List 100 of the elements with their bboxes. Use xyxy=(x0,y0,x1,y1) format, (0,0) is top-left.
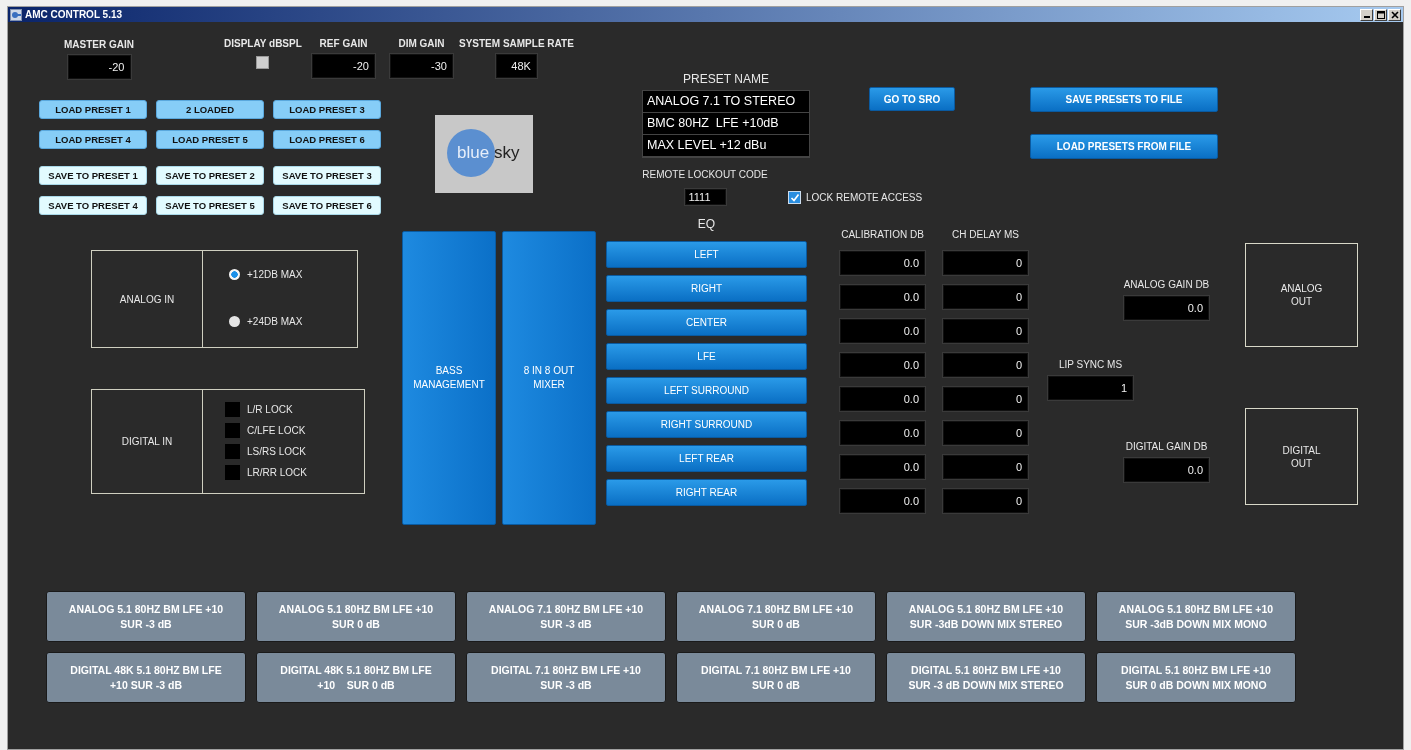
lock-label: C/LFE LOCK xyxy=(247,425,306,436)
numeric-field[interactable]: -20 xyxy=(311,53,376,79)
field-label: REF GAIN xyxy=(319,38,368,49)
numeric-field[interactable]: 0.0 xyxy=(1123,295,1210,321)
quick-preset-button[interactable]: DIGITAL 48K 5.1 80HZ BM LFE +10 SUR -3 dB xyxy=(46,652,246,703)
checkbox[interactable] xyxy=(256,56,270,69)
file-button[interactable]: LOAD PRESETS FROM FILE xyxy=(1030,134,1218,159)
close-button[interactable] xyxy=(1388,8,1401,21)
lock-label: L/R LOCK xyxy=(247,404,293,415)
preset-name-line: BMC 80HZ LFE +10dB xyxy=(643,113,809,135)
calibration-field[interactable]: 0.0 xyxy=(839,250,926,276)
load-preset-button[interactable]: LOAD PRESET 4 xyxy=(39,130,147,149)
field-label: MASTER GAIN xyxy=(64,39,134,50)
numeric-field[interactable]: 48K xyxy=(494,53,538,79)
save-preset-button[interactable]: SAVE TO PRESET 6 xyxy=(273,196,381,215)
lockout-code-label: REMOTE LOCKOUT CODE xyxy=(642,169,768,180)
panel-label: DIGITAL IN xyxy=(121,436,173,447)
numeric-field[interactable]: -20 xyxy=(66,54,132,80)
numeric-field[interactable]: -30 xyxy=(389,53,454,79)
lockout-code-field[interactable]: 1111 xyxy=(683,188,727,206)
quick-preset-button[interactable]: DIGITAL 5.1 80HZ BM LFE +10 SUR -3 dB DOWN MIX STEREO xyxy=(886,652,1086,703)
digital-out-button[interactable]: DIGITAL OUT xyxy=(1245,408,1358,505)
quick-preset-button[interactable]: DIGITAL 7.1 80HZ BM LFE +10 SUR -3 dB xyxy=(466,652,666,703)
preset-name-line: MAX LEVEL +12 dBu xyxy=(643,135,809,157)
quick-preset-button[interactable]: DIGITAL 5.1 80HZ BM LFE +10 SUR 0 dB DOWN MIX MONO xyxy=(1096,652,1296,703)
tall-button[interactable]: BASS MANAGEMENT xyxy=(402,231,496,525)
lock-label: LS/RS LOCK xyxy=(247,446,306,457)
field-label: LIP SYNC MS xyxy=(1058,359,1123,370)
eq-channel-button[interactable]: RIGHT SURROUND xyxy=(606,411,807,438)
save-preset-button[interactable]: SAVE TO PRESET 4 xyxy=(39,196,147,215)
column-label: CALIBRATION DB xyxy=(841,229,924,240)
quick-preset-button[interactable]: ANALOG 5.1 80HZ BM LFE +10 SUR -3 dB xyxy=(46,591,246,642)
save-preset-button[interactable]: SAVE TO PRESET 1 xyxy=(39,166,147,185)
save-preset-button[interactable]: SAVE TO PRESET 2 xyxy=(156,166,264,185)
file-button[interactable]: SAVE PRESETS TO FILE xyxy=(1030,87,1218,112)
quick-preset-button[interactable]: ANALOG 5.1 80HZ BM LFE +10 SUR -3dB DOWN MIX MONO xyxy=(1096,591,1296,642)
quick-preset-button[interactable]: ANALOG 7.1 80HZ BM LFE +10 SUR -3 dB xyxy=(466,591,666,642)
numeric-field[interactable]: 0.0 xyxy=(1123,457,1210,483)
column-label: CH DELAY MS xyxy=(952,229,1019,240)
delay-field[interactable]: 0 xyxy=(942,488,1029,514)
eq-channel-button[interactable]: LFE xyxy=(606,343,807,370)
field-label: ANALOG GAIN DB xyxy=(1123,279,1210,290)
quick-preset-button[interactable]: ANALOG 5.1 80HZ BM LFE +10 SUR -3dB DOWN MIX STEREO xyxy=(886,591,1086,642)
eq-channel-button[interactable]: LEFT xyxy=(606,241,807,268)
radio-label: +24DB MAX xyxy=(247,316,303,327)
delay-field[interactable]: 0 xyxy=(942,352,1029,378)
go-to-sro-button[interactable]: GO TO SRO xyxy=(869,87,955,111)
panel-label: ANALOG IN xyxy=(119,293,175,305)
load-preset-button[interactable]: 2 LOADED xyxy=(156,100,264,119)
checkbox-label: DISPLAY dBSPL xyxy=(224,38,302,49)
app-icon xyxy=(10,8,22,21)
delay-field[interactable]: 0 xyxy=(942,420,1029,446)
maximize-button[interactable] xyxy=(1374,8,1387,21)
calibration-field[interactable]: 0.0 xyxy=(839,488,926,514)
radio-button[interactable] xyxy=(229,316,240,327)
eq-channel-button[interactable]: LEFT REAR xyxy=(606,445,807,472)
delay-field[interactable]: 0 xyxy=(942,386,1029,412)
analog-out-button[interactable]: ANALOG OUT xyxy=(1245,243,1358,347)
lock-label: LR/RR LOCK xyxy=(247,467,307,478)
calibration-field[interactable]: 0.0 xyxy=(839,284,926,310)
delay-field[interactable]: 0 xyxy=(942,284,1029,310)
quick-preset-button[interactable]: DIGITAL 7.1 80HZ BM LFE +10 SUR 0 dB xyxy=(676,652,876,703)
delay-field[interactable]: 0 xyxy=(942,250,1029,276)
field-label: DIM GAIN xyxy=(398,38,445,49)
calibration-field[interactable]: 0.0 xyxy=(839,386,926,412)
calibration-field[interactable]: 0.0 xyxy=(839,420,926,446)
load-preset-button[interactable]: LOAD PRESET 6 xyxy=(273,130,381,149)
quick-preset-button[interactable]: ANALOG 7.1 80HZ BM LFE +10 SUR 0 dB xyxy=(676,591,876,642)
minimize-button[interactable] xyxy=(1360,8,1373,21)
radio-button[interactable] xyxy=(229,269,240,280)
tall-button[interactable]: 8 IN 8 OUT MIXER xyxy=(502,231,596,525)
delay-field[interactable]: 0 xyxy=(942,454,1029,480)
preset-name-line: ANALOG 7.1 TO STEREO xyxy=(643,91,809,113)
save-preset-button[interactable]: SAVE TO PRESET 5 xyxy=(156,196,264,215)
calibration-field[interactable]: 0.0 xyxy=(839,318,926,344)
eq-label: EQ xyxy=(697,217,716,231)
radio-label: +12DB MAX xyxy=(247,269,303,280)
minimize-icon xyxy=(1363,16,1370,18)
eq-channel-button[interactable]: RIGHT REAR xyxy=(606,479,807,506)
maximize-icon xyxy=(1376,10,1385,19)
eq-channel-button[interactable]: LEFT SURROUND xyxy=(606,377,807,404)
numeric-field[interactable]: 1 xyxy=(1047,375,1134,401)
quick-preset-button[interactable]: ANALOG 5.1 80HZ BM LFE +10 SUR 0 dB xyxy=(256,591,456,642)
quick-preset-button[interactable]: DIGITAL 48K 5.1 80HZ BM LFE +10 SUR 0 dB xyxy=(256,652,456,703)
load-preset-button[interactable]: LOAD PRESET 3 xyxy=(273,100,381,119)
field-label: SYSTEM SAMPLE RATE xyxy=(459,38,574,49)
eq-channel-button[interactable]: RIGHT xyxy=(606,275,807,302)
preset-name-label: PRESET NAME xyxy=(683,72,769,86)
checkbox-label: LOCK REMOTE ACCESS xyxy=(806,192,923,203)
save-preset-button[interactable]: SAVE TO PRESET 3 xyxy=(273,166,381,185)
load-preset-button[interactable]: LOAD PRESET 1 xyxy=(39,100,147,119)
calibration-field[interactable]: 0.0 xyxy=(839,352,926,378)
delay-field[interactable]: 0 xyxy=(942,318,1029,344)
close-icon xyxy=(1390,10,1399,19)
field-label: DIGITAL GAIN DB xyxy=(1125,441,1208,452)
calibration-field[interactable]: 0.0 xyxy=(839,454,926,480)
load-preset-button[interactable]: LOAD PRESET 5 xyxy=(156,130,264,149)
eq-channel-button[interactable]: CENTER xyxy=(606,309,807,336)
window-title: AMC CONTROL 5.13 xyxy=(25,9,123,20)
logo: blue sky xyxy=(435,115,533,193)
